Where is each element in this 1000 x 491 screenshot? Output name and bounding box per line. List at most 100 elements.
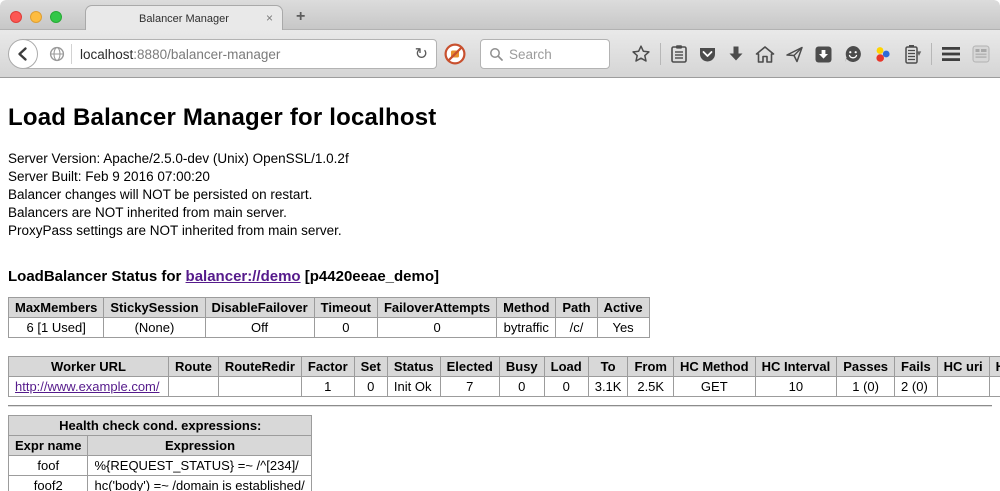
url-text[interactable]: localhost:8880/balancer-manager	[80, 47, 280, 62]
column-header: DisableFailover	[205, 298, 314, 318]
table-cell: 0	[499, 377, 544, 397]
table-row: foof2hc('body') =~ /domain is establishe…	[9, 476, 312, 491]
minimize-window-button[interactable]	[30, 11, 42, 23]
heading-suffix: [p4420eeae_demo]	[301, 268, 439, 285]
square-download-icon	[814, 45, 833, 64]
page-title: Load Balancer Manager for localhost	[8, 104, 992, 132]
proxypass-notice-line: ProxyPass settings are NOT inherited fro…	[8, 222, 992, 240]
table-cell: 0	[314, 318, 377, 338]
search-input[interactable]: Search	[480, 39, 610, 69]
url-bar[interactable]: localhost:8880/balancer-manager ↻	[22, 39, 437, 69]
column-header: Busy	[499, 357, 544, 377]
column-header: Expr name	[9, 436, 88, 456]
bookmark-star-button[interactable]	[631, 42, 651, 66]
table-cell: http://www.example.com/	[9, 377, 169, 397]
column-header: Status	[387, 357, 440, 377]
table-cell: 0	[377, 318, 496, 338]
zoom-window-button[interactable]	[50, 11, 62, 23]
table-cell: foof2	[989, 377, 1000, 397]
column-header: Passes	[837, 357, 895, 377]
loadbalancer-status-heading: LoadBalancer Status for balancer://demo …	[8, 268, 992, 285]
new-tab-button[interactable]: +	[296, 8, 305, 26]
table-cell: 10	[755, 377, 837, 397]
column-header: Expression	[88, 436, 312, 456]
table-cell: Init Ok	[387, 377, 440, 397]
tab-title: Balancer Manager	[139, 13, 229, 25]
plugin-blocked-icon[interactable]	[444, 43, 466, 65]
table-cell: %{REQUEST_STATUS} =~ /^[234]/	[88, 456, 312, 476]
column-header: Load	[544, 357, 588, 377]
star-icon	[631, 44, 651, 64]
column-header: To	[588, 357, 628, 377]
url-path: :8880/balancer-manager	[133, 47, 280, 62]
navigation-toolbar: localhost:8880/balancer-manager ↻ Search	[0, 30, 1000, 78]
menu-button[interactable]	[941, 42, 961, 66]
send-plane-icon	[785, 45, 804, 64]
table-row: 6 [1 Used](None)Off00bytraffic/c/Yes	[9, 318, 650, 338]
table-cell: (None)	[104, 318, 205, 338]
table-cell	[937, 377, 989, 397]
inherit-notice-line: Balancers are NOT inherited from main se…	[8, 204, 992, 222]
toolbar-icons: ▾	[626, 30, 996, 78]
table-cell: 0	[544, 377, 588, 397]
page-content: Load Balancer Manager for localhost Serv…	[0, 78, 1000, 491]
hamburger-menu-icon	[941, 46, 961, 62]
reading-list-button[interactable]	[670, 42, 688, 66]
table-cell: 7	[440, 377, 499, 397]
heading-prefix: LoadBalancer Status for	[8, 268, 186, 285]
column-header: StickySession	[104, 298, 205, 318]
table-cell: foof2	[9, 476, 88, 491]
home-button[interactable]	[755, 42, 775, 66]
search-icon	[489, 47, 503, 61]
column-header: Timeout	[314, 298, 377, 318]
toolbar-separator	[660, 43, 661, 65]
urlbar-separator	[71, 44, 72, 64]
table-cell: 2 (0)	[895, 377, 938, 397]
table-cell: foof	[9, 456, 88, 476]
balancer-demo-link[interactable]: balancer://demo	[186, 268, 301, 285]
column-header: From	[628, 357, 674, 377]
column-header: HC Expr	[989, 357, 1000, 377]
table-cell: 1	[301, 377, 354, 397]
balancer-status-table: MaxMembersStickySessionDisableFailoverTi…	[8, 297, 650, 338]
table-cell: 1 (0)	[837, 377, 895, 397]
health-check-table: Health check cond. expressions:Expr name…	[8, 415, 312, 491]
column-header: HC Interval	[755, 357, 837, 377]
caret-down-icon[interactable]: ▾	[917, 49, 922, 59]
pocket-button[interactable]	[698, 42, 717, 66]
smiley-bubble-icon	[843, 44, 863, 64]
toolbar-separator	[931, 43, 932, 65]
url-domain: localhost	[80, 47, 133, 62]
disabled-extension-button[interactable]	[971, 42, 991, 66]
server-built-line: Server Built: Feb 9 2016 07:00:20	[8, 168, 992, 186]
column-header: Active	[597, 298, 649, 318]
column-header: Fails	[895, 357, 938, 377]
clipboard-icon	[670, 44, 688, 64]
column-header: Route	[169, 357, 219, 377]
window-controls	[10, 11, 62, 23]
worker-status-table: Worker URLRouteRouteRedirFactorSetStatus…	[8, 356, 1000, 397]
feedback-button[interactable]	[843, 42, 863, 66]
downloads-button[interactable]	[727, 42, 745, 66]
share-button[interactable]	[785, 42, 804, 66]
table-cell: GET	[673, 377, 755, 397]
close-window-button[interactable]	[10, 11, 22, 23]
table-cell: 0	[354, 377, 387, 397]
table-cell	[169, 377, 219, 397]
tab-close-icon[interactable]: ×	[266, 11, 273, 25]
column-header: Worker URL	[9, 357, 169, 377]
column-header: HC Method	[673, 357, 755, 377]
reload-icon[interactable]: ↻	[415, 44, 428, 63]
colored-dots-extension-button[interactable]	[873, 42, 892, 66]
download-arrow-icon	[727, 45, 745, 63]
table-cell: Off	[205, 318, 314, 338]
table-row: foof%{REQUEST_STATUS} =~ /^[234]/	[9, 456, 312, 476]
worker-url-link[interactable]: http://www.example.com/	[15, 379, 160, 394]
persist-notice-line: Balancer changes will NOT be persisted o…	[8, 186, 992, 204]
back-button[interactable]	[8, 39, 38, 69]
table-row: http://www.example.com/10Init Ok7003.1K2…	[9, 377, 1000, 397]
column-header: HC uri	[937, 357, 989, 377]
column-header: RouteRedir	[218, 357, 301, 377]
tab-balancer-manager[interactable]: Balancer Manager ×	[85, 5, 283, 31]
addon-download-button[interactable]	[814, 42, 833, 66]
